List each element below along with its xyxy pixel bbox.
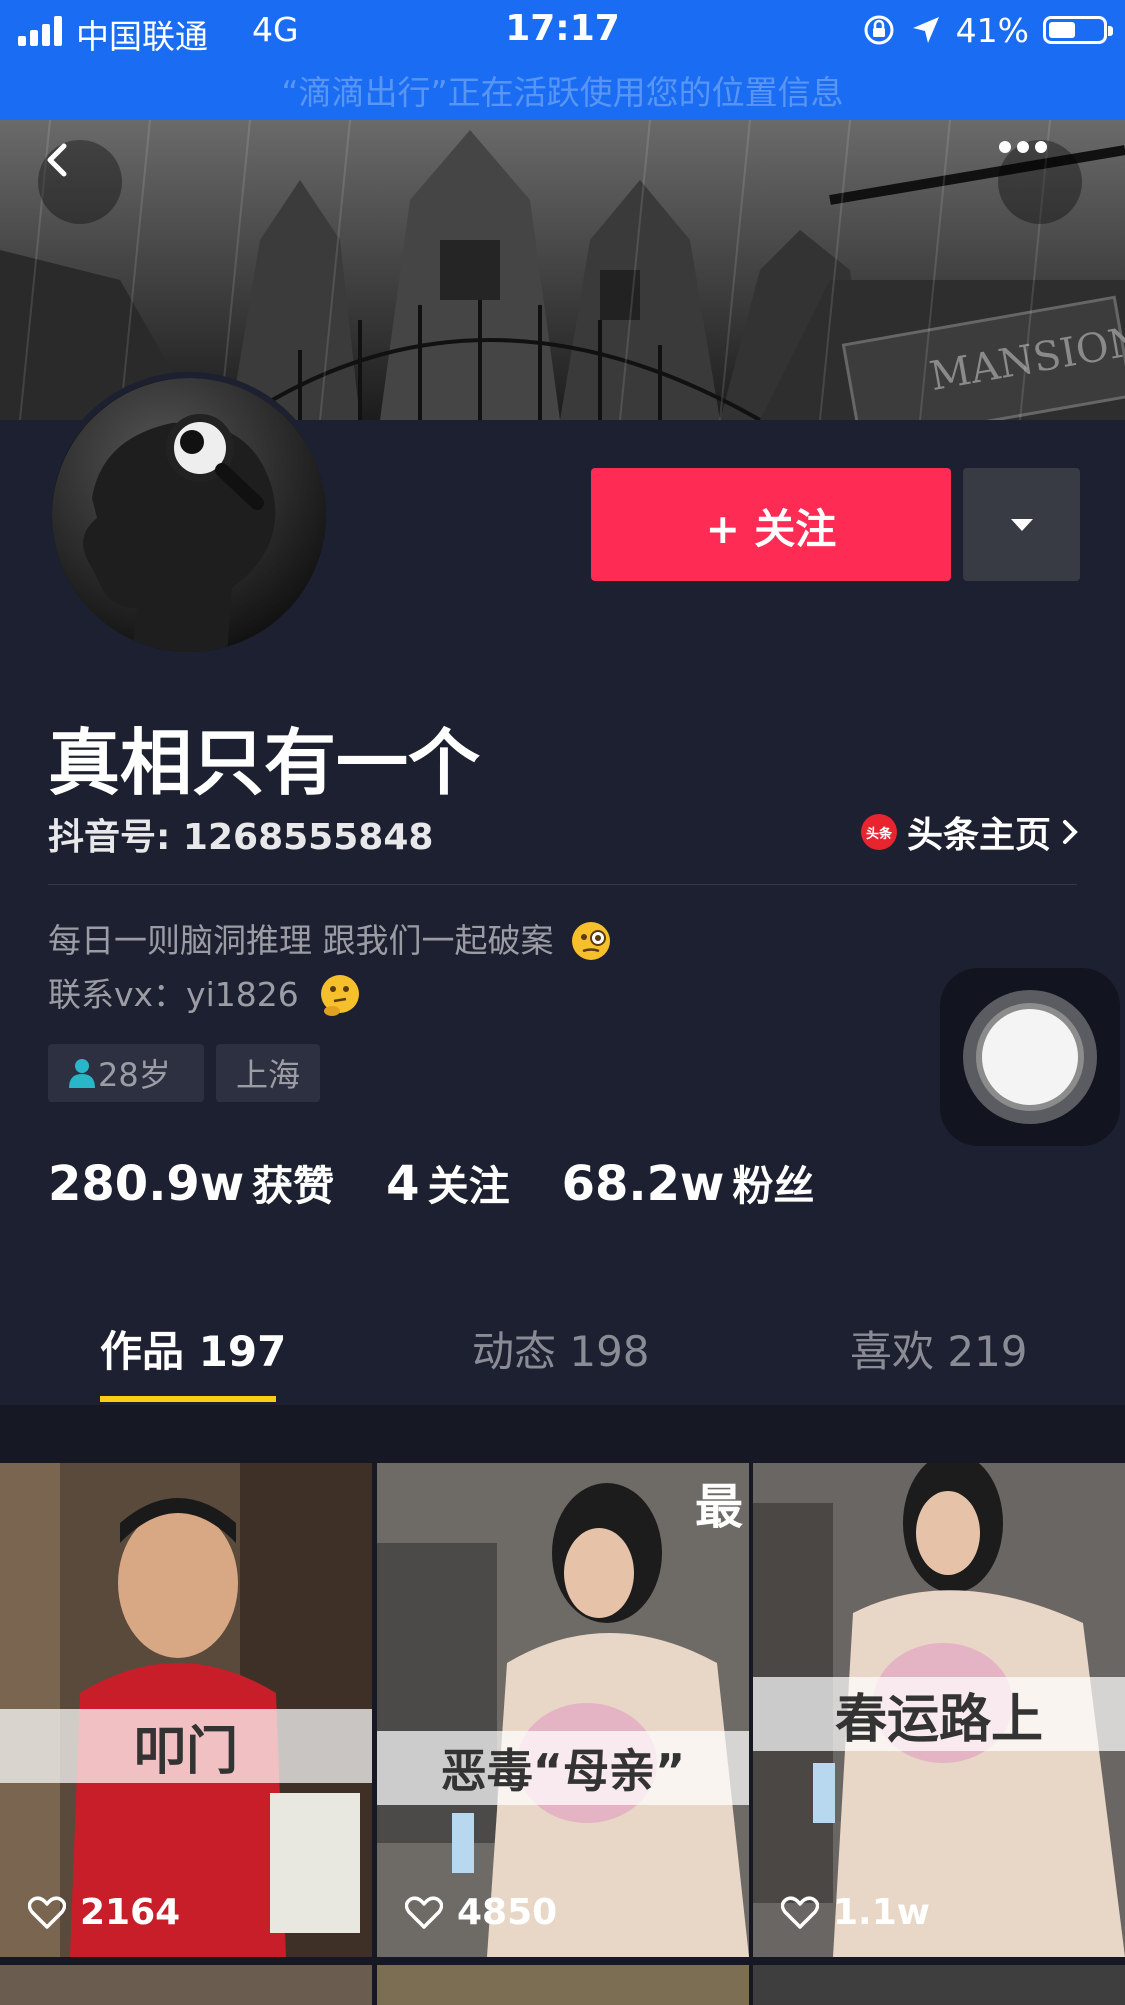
back-button[interactable] — [38, 140, 122, 224]
chevron-right-icon — [1063, 820, 1078, 844]
video-tile[interactable]: 叩门 2164 — [0, 1463, 372, 1957]
stat-number: 4 — [386, 1156, 420, 1212]
thinking-emoji-icon — [321, 975, 360, 1016]
chevron-left-icon — [47, 143, 67, 177]
video-tile[interactable]: 春运路上 1.1w — [753, 1463, 1125, 1957]
more-button[interactable] — [998, 140, 1082, 224]
assistive-touch-button[interactable] — [940, 968, 1120, 1146]
profile-tabs: 作品 197 动态 198 喜欢 219 — [0, 1290, 1125, 1405]
status-bar: 中国联通 4G 17:17 41% “滴滴出行”正在活跃使用您的位置信息 — [0, 0, 1125, 120]
stat-followers[interactable]: 68.2w 粉丝 — [562, 1152, 815, 1212]
stat-label: 关注 — [427, 1162, 510, 1210]
follow-button[interactable]: + 关注 — [591, 468, 951, 581]
rotation-lock-icon — [864, 15, 894, 45]
heart-icon — [28, 1895, 66, 1929]
toutiao-logo-icon: 头条 — [860, 814, 897, 850]
age-tag: 28岁 — [48, 1044, 204, 1102]
profile-stats: 280.9w 获赞 4 关注 68.2w 粉丝 — [48, 1152, 814, 1212]
video-tile-partial[interactable] — [377, 1965, 749, 2005]
toutiao-homepage-link[interactable]: 头条 头条主页 — [860, 806, 1079, 858]
bio-line-2: 联系vx：yi1826 — [48, 968, 361, 1018]
avatar[interactable] — [46, 372, 332, 658]
video-caption: 春运路上 — [753, 1677, 1125, 1751]
video-tile[interactable]: 最 恶毒“母亲” 4850 — [377, 1463, 749, 1957]
like-count: 4850 — [457, 1892, 558, 1933]
age-label: 28岁 — [98, 1056, 171, 1094]
more-dots-icon — [999, 141, 1047, 153]
video-likes: 2164 — [28, 1892, 180, 1933]
profile-name: 真相只有一个 — [48, 721, 481, 805]
stat-label: 粉丝 — [732, 1162, 815, 1210]
divider — [48, 884, 1077, 885]
video-likes: 4850 — [405, 1892, 557, 1933]
video-caption: 叩门 — [0, 1709, 372, 1783]
douyin-id: 抖音号: 1268555848 — [48, 817, 434, 858]
stat-number: 68.2w — [561, 1156, 725, 1212]
bio-text: 每日一则脑洞推理 跟我们一起破案 — [48, 921, 554, 960]
monocle-emoji-icon — [572, 922, 610, 960]
caret-down-icon — [1010, 518, 1033, 531]
tab-likes[interactable]: 喜欢 219 — [850, 1318, 1028, 1379]
video-thumbnail — [377, 1463, 749, 1957]
user-icon — [69, 1059, 95, 1088]
battery-percent: 41% — [955, 10, 1029, 50]
video-caption: 恶毒“母亲” — [377, 1731, 749, 1805]
stat-likes[interactable]: 280.9w 获赞 — [48, 1152, 334, 1212]
active-tab-indicator — [100, 1396, 276, 1402]
recommend-dropdown-button[interactable] — [963, 468, 1080, 581]
bio-line-1: 每日一则脑洞推理 跟我们一起破案 — [48, 914, 612, 962]
like-count: 1.1w — [833, 1892, 931, 1933]
tab-activity[interactable]: 动态 198 — [472, 1318, 650, 1379]
toutiao-link-label: 头条主页 — [906, 815, 1051, 856]
city-label: 上海 — [236, 1056, 301, 1094]
contact-text: 联系vx：yi1826 — [48, 975, 299, 1014]
stat-following[interactable]: 4 关注 — [386, 1152, 509, 1212]
heart-icon — [781, 1895, 819, 1929]
like-count: 2164 — [80, 1892, 181, 1933]
detective-head-logo — [52, 378, 326, 652]
stat-number: 280.9w — [48, 1156, 245, 1212]
location-arrow-icon — [912, 17, 939, 43]
video-tile-partial[interactable] — [753, 1965, 1125, 2005]
video-corner-label: 最 — [694, 1479, 743, 1535]
video-grid: 叩门 2164 最 恶毒“母亲” 4850 春运路上 1.1w — [0, 1463, 1125, 2005]
battery-icon — [1043, 16, 1113, 44]
video-tile-partial[interactable] — [0, 1965, 372, 2005]
tab-works[interactable]: 作品 197 — [100, 1318, 286, 1379]
location-banner[interactable]: “滴滴出行”正在活跃使用您的位置信息 — [0, 66, 1125, 114]
heart-icon — [405, 1895, 443, 1929]
stat-label: 获赞 — [252, 1162, 335, 1210]
city-tag: 上海 — [216, 1044, 320, 1102]
video-likes: 1.1w — [781, 1892, 930, 1933]
